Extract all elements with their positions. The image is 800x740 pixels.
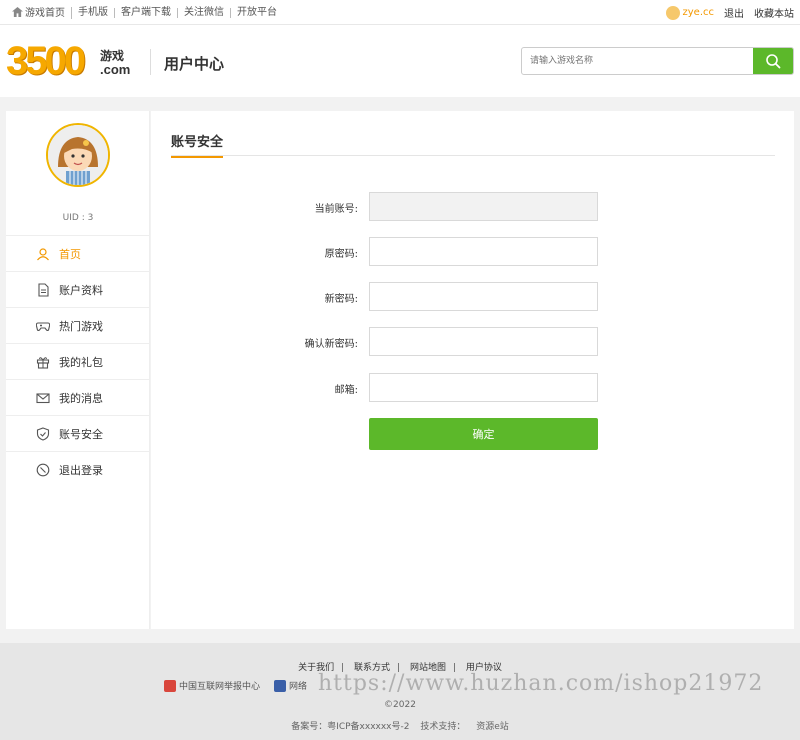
old-password-field[interactable] bbox=[369, 237, 598, 266]
badge-label: 网络 bbox=[289, 682, 308, 692]
sidebar-item-label: 我的消息 bbox=[59, 391, 103, 405]
search-icon bbox=[766, 54, 781, 69]
top-link-wechat[interactable]: 关注微信 bbox=[178, 7, 231, 18]
current-account-label: 当前账号: bbox=[314, 204, 358, 215]
support-label: 技术支持： bbox=[420, 722, 466, 732]
top-link-mobile[interactable]: 手机版 bbox=[72, 7, 115, 18]
search-input[interactable] bbox=[530, 53, 750, 69]
sidebar-item-label: 热门游戏 bbox=[59, 319, 103, 333]
avatar bbox=[46, 123, 110, 187]
shield-icon bbox=[36, 426, 50, 441]
sidebar-item-label: 首页 bbox=[59, 247, 81, 261]
top-link-label: 游戏首页 bbox=[25, 7, 65, 19]
top-link-client-download[interactable]: 客户端下载 bbox=[115, 7, 178, 18]
user-id: UID : 3 bbox=[62, 213, 94, 223]
search-box bbox=[521, 47, 794, 75]
top-link-open-platform[interactable]: 开放平台 bbox=[231, 7, 283, 18]
sidebar-item-label: 我的礼包 bbox=[59, 355, 103, 369]
sidebar-item-home[interactable]: 首页 bbox=[6, 235, 150, 271]
section-divider bbox=[171, 155, 775, 156]
copyright: ©2022 bbox=[384, 700, 416, 710]
email-label: 邮箱: bbox=[334, 385, 358, 396]
section-title: 账号安全 bbox=[171, 131, 224, 158]
header: 3500 游戏 .com 用户中心 bbox=[0, 25, 800, 97]
page-title: 用户中心 bbox=[164, 55, 225, 73]
user-link[interactable]: zye.cc bbox=[665, 5, 715, 20]
icp-number: 备案号：粤ICP备xxxxxx号-2 bbox=[291, 722, 410, 732]
icp-info: 备案号：粤ICP备xxxxxx号-2 技术支持： 资源e站 bbox=[0, 719, 800, 732]
sidebar-item-label: 退出登录 bbox=[59, 463, 103, 477]
footer-badges: 中国互联网举报中心 网络 bbox=[164, 679, 307, 692]
home-icon bbox=[12, 6, 23, 17]
top-links: 游戏首页 手机版 客户端下载 关注微信 开放平台 bbox=[6, 0, 283, 25]
form-row-current-account: 当前账号: bbox=[151, 192, 794, 222]
top-right: zye.cc 退出 收藏本站 bbox=[665, 0, 794, 25]
bookmark-link[interactable]: 收藏本站 bbox=[754, 5, 794, 20]
form-row-old-password: 原密码: bbox=[151, 237, 794, 267]
sidebar-item-logout[interactable]: 退出登录 bbox=[6, 451, 150, 487]
new-password-label: 新密码: bbox=[324, 294, 358, 305]
sidebar-item-my-gifts[interactable]: 我的礼包 bbox=[6, 343, 150, 379]
sidebar-item-account-security[interactable]: 账号安全 bbox=[6, 415, 150, 451]
logo-number: 3500 bbox=[6, 39, 86, 83]
sidebar-item-account-info[interactable]: 账户资料 bbox=[6, 271, 150, 307]
header-divider bbox=[150, 49, 151, 75]
new-password-field[interactable] bbox=[369, 282, 598, 311]
username: zye.cc bbox=[682, 7, 715, 18]
watermark: https://www.huzhan.com/ishop21972 bbox=[318, 671, 764, 696]
police-icon bbox=[274, 679, 287, 692]
submit-button[interactable]: 确定 bbox=[369, 418, 598, 450]
site-logo[interactable]: 3500 游戏 .com bbox=[6, 39, 140, 83]
logout-icon bbox=[36, 463, 50, 476]
confirm-password-field[interactable] bbox=[369, 327, 598, 356]
girl-avatar-icon bbox=[48, 125, 108, 185]
search-button[interactable] bbox=[753, 48, 793, 74]
confirm-password-label: 确认新密码: bbox=[304, 339, 358, 350]
form-row-email: 邮箱: bbox=[151, 373, 794, 403]
mail-icon bbox=[36, 392, 50, 403]
gift-icon bbox=[36, 356, 50, 369]
badge-report-center[interactable]: 中国互联网举报中心 bbox=[164, 679, 260, 692]
gamepad-icon bbox=[36, 321, 50, 331]
report-center-icon bbox=[164, 679, 176, 692]
logo-domain: .com bbox=[100, 62, 131, 77]
sidebar-menu: 首页 账户资料 热门游戏 我的礼包 我的消息 账号安全 退出登录 bbox=[6, 235, 150, 487]
form-row-confirm-password: 确认新密码: bbox=[151, 327, 794, 357]
sidebar-item-my-messages[interactable]: 我的消息 bbox=[6, 379, 150, 415]
sidebar-item-label: 账户资料 bbox=[59, 283, 103, 297]
support-value[interactable]: 资源e站 bbox=[476, 722, 509, 732]
user-avatar-icon bbox=[665, 5, 680, 20]
top-bar: 游戏首页 手机版 客户端下载 关注微信 开放平台 zye.cc 退出 收藏本站 bbox=[0, 0, 800, 25]
footer: 关于我们 | 联系方式 | 网站地图 | 用户协议 中国互联网举报中心 网络 http… bbox=[0, 643, 800, 740]
current-account-field bbox=[369, 192, 598, 221]
badge-network[interactable]: 网络 bbox=[274, 679, 307, 692]
sidebar-item-hot-games[interactable]: 热门游戏 bbox=[6, 307, 150, 343]
user-icon bbox=[37, 247, 49, 260]
sidebar: UID : 3 首页 账户资料 热门游戏 我的礼包 我的消息 账号安全 退出登录 bbox=[6, 111, 150, 629]
main-panel: 账号安全 当前账号: 原密码: 新密码: 确认新密码: 邮箱: 确定 bbox=[151, 111, 794, 629]
logout-link[interactable]: 退出 bbox=[724, 5, 744, 20]
form-row-new-password: 新密码: bbox=[151, 282, 794, 312]
top-link-home[interactable]: 游戏首页 bbox=[6, 6, 72, 19]
email-field[interactable] bbox=[369, 373, 598, 402]
document-icon bbox=[38, 282, 49, 297]
sidebar-item-label: 账号安全 bbox=[59, 427, 103, 441]
badge-label: 中国互联网举报中心 bbox=[179, 682, 261, 692]
old-password-label: 原密码: bbox=[324, 249, 358, 260]
